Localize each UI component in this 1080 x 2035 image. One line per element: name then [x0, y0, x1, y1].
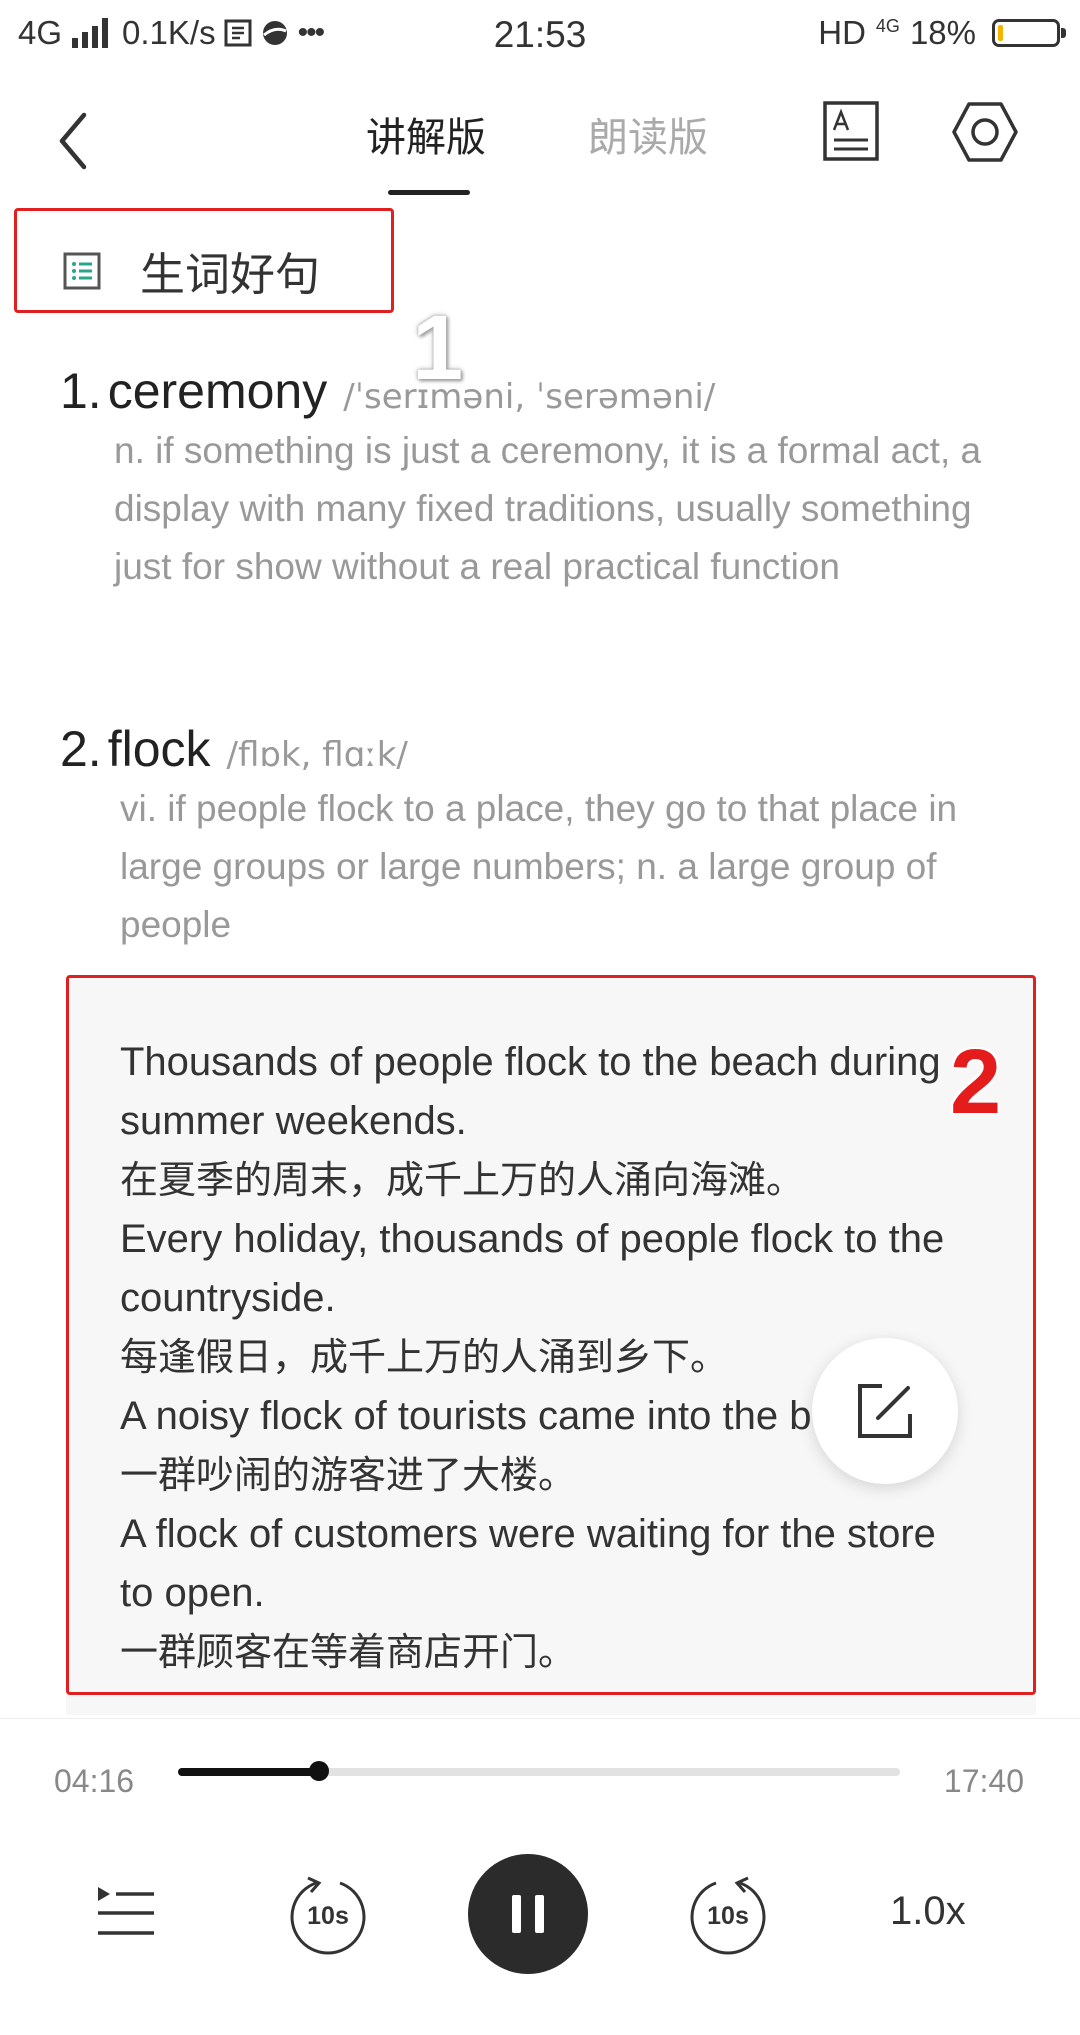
forward-10s-button[interactable]: 10s — [686, 1875, 770, 1959]
status-bar: 4G 0.1K/s ••• 21:53 HD 4G 18% — [0, 0, 1080, 75]
tab-read-version[interactable]: 朗读版 — [588, 105, 708, 163]
progress-fill — [178, 1768, 319, 1776]
hd-indicator: HD — [818, 14, 866, 51]
more-notifications-icon: ••• — [297, 16, 325, 49]
forward-label: 10s — [707, 1902, 749, 1930]
entry-definition: n. if something is just a ceremony, it i… — [114, 430, 982, 587]
signal-icon — [72, 18, 109, 48]
back-icon[interactable] — [48, 105, 108, 175]
edit-icon — [858, 1384, 912, 1438]
annotation-number-2: 2 — [950, 1031, 1002, 1133]
pause-icon — [512, 1895, 521, 1933]
annotation-box-2 — [66, 975, 1036, 1695]
battery-level — [998, 25, 1004, 41]
total-time: 17:40 — [943, 1763, 1024, 1799]
playlist-icon[interactable] — [96, 1883, 156, 1941]
network-type-right: 4G — [875, 15, 900, 36]
playback-speed-button[interactable]: 1.0x — [890, 1889, 966, 1934]
battery-percent: 18% — [909, 14, 976, 51]
audio-player: 04:16 17:40 10s 10s 1.0x — [0, 1718, 1080, 2035]
notification-icon — [224, 19, 252, 47]
rewind-10s-button[interactable]: 10s — [286, 1875, 370, 1959]
current-time: 04:16 — [54, 1763, 135, 1799]
entry-number: 2. — [60, 721, 102, 777]
progress-slider[interactable] — [178, 1761, 900, 1781]
rewind-label: 10s — [307, 1902, 349, 1930]
entry-word: ceremony — [107, 363, 328, 419]
pause-button[interactable] — [468, 1854, 588, 1974]
entry-number: 1. — [60, 363, 102, 419]
app-notification-icon — [262, 21, 287, 45]
entry-word: flock — [107, 721, 211, 777]
progress-thumb[interactable] — [308, 1761, 329, 1781]
settings-icon[interactable] — [950, 100, 1020, 164]
active-tab-indicator — [388, 190, 470, 195]
text-size-icon[interactable] — [822, 100, 880, 162]
network-speed: 0.1K/s — [122, 14, 216, 51]
entry-definition: vi. if people flock to a place, they go … — [120, 788, 958, 945]
annotation-box-1 — [14, 208, 394, 313]
entry-pronunciation: /flɒk, flɑːk/ — [226, 735, 408, 775]
entry-pronunciation: /ˈserɪməni, ˈserəməni/ — [343, 377, 716, 417]
status-left: 4G 0.1K/s ••• — [18, 14, 325, 52]
vocab-entry: 1. ceremony /ˈserɪməni, ˈserəməni/ n. if… — [60, 362, 1020, 596]
vocab-entry: 2. flock /flɒk, flɑːk/ vi. if people flo… — [60, 720, 1020, 954]
battery-icon — [992, 19, 1066, 47]
tab-explain-version[interactable]: 讲解版 — [366, 105, 486, 163]
top-bar: 讲解版 朗读版 — [0, 75, 1080, 200]
pause-icon-bar — [535, 1895, 544, 1933]
edit-note-button[interactable] — [812, 1338, 958, 1484]
network-type: 4G — [18, 14, 63, 51]
status-right: HD 4G 18% — [818, 14, 1066, 52]
